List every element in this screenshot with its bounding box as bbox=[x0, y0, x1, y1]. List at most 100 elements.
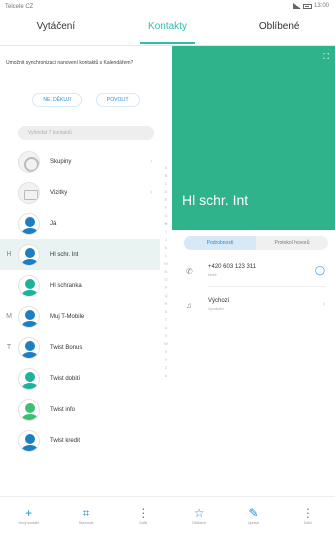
scan-icon: ⌗ bbox=[82, 505, 90, 520]
contact-row[interactable]: Twist info bbox=[0, 394, 160, 425]
sync-prompt-text: Umožnit synchronizaci nanovení kontaktů … bbox=[6, 60, 134, 66]
index-letter[interactable]: F bbox=[165, 206, 167, 210]
contact-row[interactable]: Hl schranka bbox=[0, 270, 160, 301]
scan-button[interactable]: ⌗ Skenovat bbox=[57, 497, 114, 534]
person-icon bbox=[18, 305, 40, 328]
signal-icon bbox=[292, 3, 301, 9]
index-letter[interactable]: P bbox=[165, 286, 168, 290]
detail-toolbar: ☆ Oblíbené ✎ Upravit ⋮ Další bbox=[172, 496, 335, 534]
carrier-label: Telcele CZ bbox=[5, 4, 34, 10]
index-letter[interactable]: V bbox=[165, 334, 168, 338]
contacts-pane: Umožnit synchronizaci nanovení kontaktů … bbox=[0, 46, 172, 534]
index-letter[interactable]: L bbox=[165, 254, 167, 258]
expand-icon[interactable]: ⛶ bbox=[323, 52, 329, 62]
contact-name: Twist dobití bbox=[50, 375, 81, 382]
person-icon bbox=[18, 367, 40, 390]
person-icon bbox=[18, 429, 40, 452]
person-icon bbox=[18, 243, 40, 266]
group-icon bbox=[18, 150, 40, 173]
toolbar-label: Nový kontakt bbox=[18, 520, 39, 525]
star-button[interactable]: ☆ Oblíbené bbox=[172, 497, 226, 534]
plus-button[interactable]: + Nový kontakt bbox=[0, 497, 57, 534]
message-icon[interactable]: ◯ bbox=[315, 265, 325, 276]
index-letter[interactable]: K bbox=[165, 246, 168, 250]
contact-row[interactable]: H Hl schr. Int bbox=[0, 239, 160, 270]
index-letter[interactable]: S bbox=[165, 310, 168, 314]
contact-name: Twist kredit bbox=[50, 437, 81, 444]
contact-row[interactable]: Vizitky › bbox=[0, 177, 160, 208]
contact-row[interactable]: Twist dobití bbox=[0, 363, 160, 394]
phone-type: Mobil bbox=[208, 273, 217, 277]
index-letter[interactable]: G bbox=[164, 214, 167, 218]
plus-icon: + bbox=[25, 505, 33, 520]
index-letter[interactable]: I bbox=[165, 230, 166, 234]
contact-row[interactable]: Twist kredit bbox=[0, 425, 160, 456]
toolbar-label: Skenovat bbox=[78, 520, 94, 525]
index-letter: M bbox=[6, 313, 12, 320]
index-letter[interactable]: D bbox=[165, 190, 168, 194]
index-letter[interactable]: # bbox=[165, 374, 167, 378]
tab-contacts[interactable]: Kontakty bbox=[112, 16, 224, 46]
search-input[interactable]: Vyhledat 7 kontaktů bbox=[18, 126, 154, 140]
index-letter[interactable]: J bbox=[165, 238, 167, 242]
contact-name: Twist info bbox=[50, 406, 76, 413]
person-icon bbox=[18, 212, 40, 235]
tab-dialer[interactable]: Vytáčení bbox=[0, 16, 112, 46]
detail-subtabs: Podrobnosti Protokol hovorů bbox=[184, 236, 328, 250]
index-letter[interactable]: H bbox=[165, 222, 168, 226]
contact-name: Já bbox=[50, 220, 57, 227]
subtab-details[interactable]: Podrobnosti bbox=[184, 236, 256, 250]
more-button[interactable]: ⋮ Další bbox=[115, 497, 172, 534]
tab-bar: Vytáčení Kontakty Oblíbené bbox=[0, 16, 335, 46]
contact-row[interactable]: Skupiny › bbox=[0, 146, 160, 177]
index-letter[interactable]: A bbox=[165, 166, 168, 170]
index-letter[interactable]: B bbox=[165, 174, 168, 178]
index-letter[interactable]: U bbox=[165, 326, 168, 330]
index-letter: H bbox=[6, 251, 12, 258]
index-letter[interactable]: W bbox=[164, 342, 168, 346]
index-letter[interactable]: Q bbox=[164, 294, 167, 298]
toolbar-label: Oblíbené bbox=[192, 520, 207, 525]
tab-favorites[interactable]: Oblíbené bbox=[223, 16, 335, 46]
toolbar-label: Další bbox=[303, 520, 312, 525]
allow-button[interactable]: POVOLIT bbox=[95, 93, 140, 107]
subtab-call-log[interactable]: Protokol hovorů bbox=[256, 236, 328, 250]
contact-name: Muj T-Mobile bbox=[50, 313, 85, 320]
index-letter[interactable]: Y bbox=[165, 358, 168, 362]
index-letter[interactable]: M bbox=[164, 262, 167, 266]
clock: 13:00 bbox=[313, 3, 329, 9]
contact-row[interactable]: T Twist Bonus bbox=[0, 332, 160, 363]
index-letter: T bbox=[6, 344, 12, 351]
phone-icon: ✆ bbox=[186, 267, 193, 276]
toolbar-label: Další bbox=[139, 520, 148, 525]
alphabet-index[interactable]: A B C D E F G H I J K L M N O P Q R S T U V W X Y Z # bbox=[162, 166, 170, 378]
more-button[interactable]: ⋮ Další bbox=[281, 497, 335, 534]
index-letter[interactable]: N bbox=[165, 270, 168, 274]
phone-number: +420 603 123 311 bbox=[208, 264, 257, 270]
index-letter[interactable]: O bbox=[164, 278, 167, 282]
index-letter[interactable]: E bbox=[165, 198, 168, 202]
decline-button[interactable]: NE, DĚKUJI bbox=[32, 93, 82, 107]
index-letter[interactable]: X bbox=[165, 350, 168, 354]
status-bar: Telcele CZ 13:00 bbox=[0, 0, 335, 14]
chevron-right-icon: › bbox=[150, 189, 153, 196]
index-letter[interactable]: R bbox=[165, 302, 168, 306]
index-letter[interactable]: T bbox=[165, 318, 167, 322]
contact-name: Skupiny bbox=[50, 158, 72, 165]
index-letter[interactable]: Z bbox=[165, 366, 167, 370]
phone-row[interactable]: ✆ +420 603 123 311 Mobil ◯ bbox=[172, 258, 335, 288]
more-icon: ⋮ bbox=[301, 505, 314, 520]
contact-row[interactable]: M Muj T-Mobile bbox=[0, 301, 160, 332]
battery-icon bbox=[302, 3, 312, 9]
contact-name: Hl schranka bbox=[50, 282, 82, 289]
contact-name: Vizitky bbox=[50, 189, 68, 196]
status-icons: 13:00 bbox=[292, 3, 329, 9]
contact-list: Skupiny › Vizitky › Já H Hl schr. Int Hl schran… bbox=[0, 146, 160, 456]
edit-icon: ✎ bbox=[248, 505, 259, 520]
person-icon bbox=[18, 336, 40, 359]
contact-row[interactable]: Já bbox=[0, 208, 160, 239]
edit-button[interactable]: ✎ Upravit bbox=[226, 497, 280, 534]
toolbar-label: Upravit bbox=[247, 520, 260, 525]
index-letter[interactable]: C bbox=[165, 182, 168, 186]
ringtone-row[interactable]: ♫ Výchozí Vyzváněcí › bbox=[172, 292, 335, 322]
